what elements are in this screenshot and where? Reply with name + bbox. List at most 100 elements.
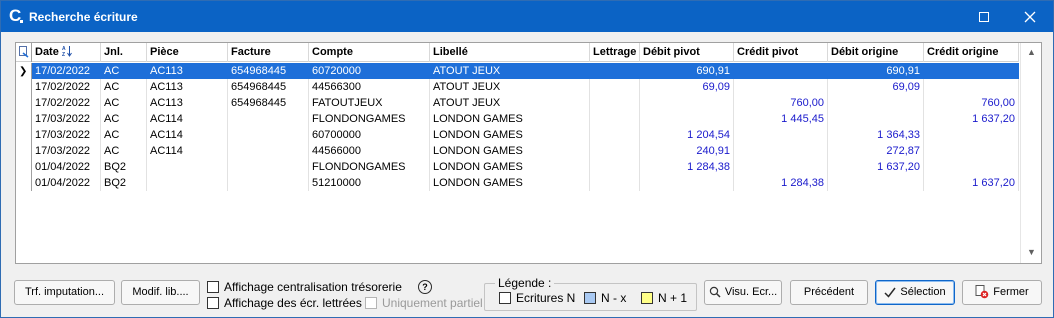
row-selector[interactable] (16, 175, 32, 191)
cell-debit-pivot: 1 204,54 (640, 127, 734, 143)
cell-jnl: AC (101, 63, 147, 79)
cell-facture (228, 143, 309, 159)
cell-libelle: LONDON GAMES (430, 159, 590, 175)
checkbox-box[interactable] (207, 281, 219, 293)
column-header-credit-pivot[interactable]: Crédit pivot (734, 43, 828, 62)
close-button[interactable] (1007, 1, 1053, 32)
cell-debit-pivot (640, 175, 734, 191)
cell-date: 01/04/2022 (32, 175, 101, 191)
cell-debit-pivot: 1 284,38 (640, 159, 734, 175)
cell-debit-pivot: 690,91 (640, 63, 734, 79)
row-selector[interactable] (16, 127, 32, 143)
table-row[interactable]: 17/02/2022 AC AC113 654968445 44566300 ATOUT … (16, 79, 1019, 95)
checkmark-icon (884, 287, 896, 298)
scroll-up-icon[interactable]: ▲ (1021, 43, 1042, 61)
cell-jnl: AC (101, 95, 147, 111)
row-selector[interactable] (16, 79, 32, 95)
cell-credit-origine (924, 127, 1019, 143)
column-header-date[interactable]: Date A Z (32, 43, 101, 62)
cell-facture (228, 111, 309, 127)
title-bar[interactable]: C Recherche écriture (1, 1, 1053, 32)
cell-lettrage (590, 95, 640, 111)
cell-lettrage (590, 159, 640, 175)
cell-date: 17/03/2022 (32, 127, 101, 143)
column-header-lettrage[interactable]: Lettrage (590, 43, 640, 62)
cell-credit-origine: 760,00 (924, 95, 1019, 111)
table-row[interactable]: 17/03/2022 AC AC114 44566000 LONDON GAMES 240… (16, 143, 1019, 159)
cell-debit-pivot: 69,09 (640, 79, 734, 95)
table-row[interactable]: 01/04/2022 BQ2 FLONDONGAMES LONDON GAMES 1 2… (16, 159, 1019, 175)
cell-debit-pivot (640, 95, 734, 111)
row-selector[interactable] (16, 143, 32, 159)
cell-credit-pivot: 1 284,38 (734, 175, 828, 191)
table-row[interactable]: 01/04/2022 BQ2 51210000 LONDON GAMES 1 284,3… (16, 175, 1019, 191)
window-title: Recherche écriture (29, 10, 138, 24)
current-row-chevron-icon: ❯ (19, 66, 28, 77)
checkbox-box[interactable] (207, 297, 219, 309)
cell-date: 17/03/2022 (32, 111, 101, 127)
cell-compte: FLONDONGAMES (309, 159, 430, 175)
column-header-facture[interactable]: Facture (228, 43, 309, 62)
maximize-button[interactable] (961, 1, 1007, 32)
column-header-debit-pivot[interactable]: Débit pivot (640, 43, 734, 62)
entries-grid[interactable]: Date A Z Jnl. Pièce Facture Compte Libellé… (15, 42, 1042, 264)
cell-lettrage (590, 63, 640, 79)
row-selector[interactable] (16, 95, 32, 111)
table-row[interactable]: 17/02/2022 AC AC113 654968445 FATOUTJEUX ATOU… (16, 95, 1019, 111)
vertical-scrollbar[interactable]: ▲ ▼ (1020, 43, 1041, 263)
legend-swatch (584, 292, 596, 304)
legend-group: Légende : Ecritures N N - x N + 1 (484, 276, 697, 311)
modif-lib-button[interactable]: Modif. lib.... (121, 280, 200, 305)
close-document-icon (975, 285, 989, 299)
cell-piece: AC114 (147, 111, 228, 127)
cell-date: 17/02/2022 (32, 95, 101, 111)
cell-piece: AC113 (147, 79, 228, 95)
cell-piece: AC114 (147, 143, 228, 159)
cell-facture: 654968445 (228, 79, 309, 95)
column-header-debit-origine[interactable]: Débit origine (828, 43, 924, 62)
affichage-centralisation-checkbox[interactable]: Affichage centralisation trésorerie (207, 280, 402, 294)
cell-credit-origine: 1 637,20 (924, 111, 1019, 127)
cell-debit-origine (828, 95, 924, 111)
affichage-lettrees-checkbox[interactable]: Affichage des écr. lettrées (207, 296, 362, 310)
table-row[interactable]: 17/03/2022 AC AC114 FLONDONGAMES LONDON GAME… (16, 111, 1019, 127)
cell-compte: 60720000 (309, 63, 430, 79)
column-header-compte[interactable]: Compte (309, 43, 430, 62)
table-row[interactable]: 17/03/2022 AC AC114 60700000 LONDON GAMES 1 2… (16, 127, 1019, 143)
column-header-libelle[interactable]: Libellé (430, 43, 590, 62)
scroll-down-icon[interactable]: ▼ (1021, 243, 1042, 261)
grid-header: Date A Z Jnl. Pièce Facture Compte Libellé… (16, 43, 1019, 62)
cell-lettrage (590, 79, 640, 95)
cell-credit-pivot: 1 445,45 (734, 111, 828, 127)
cell-date: 01/04/2022 (32, 159, 101, 175)
legend-swatch (499, 292, 511, 304)
cell-debit-origine (828, 111, 924, 127)
visu-ecr-button[interactable]: Visu. Ecr... (704, 280, 782, 305)
column-header-jnl[interactable]: Jnl. (101, 43, 147, 62)
fermer-button[interactable]: Fermer (962, 280, 1042, 305)
table-row[interactable]: ❯ 17/02/2022 AC AC113 654968445 60720000 ATOUT… (16, 63, 1019, 79)
cell-facture: 654968445 (228, 63, 309, 79)
cell-libelle: LONDON GAMES (430, 111, 590, 127)
help-icon[interactable]: ? (418, 280, 432, 294)
precedent-button[interactable]: Précédent (790, 280, 868, 305)
cell-credit-pivot (734, 79, 828, 95)
cell-libelle: LONDON GAMES (430, 127, 590, 143)
cell-jnl: AC (101, 111, 147, 127)
column-header-piece[interactable]: Pièce (147, 43, 228, 62)
trf-imputation-button[interactable]: Trf. imputation... (14, 280, 115, 305)
cell-credit-origine (924, 143, 1019, 159)
cell-jnl: AC (101, 79, 147, 95)
cell-credit-origine (924, 63, 1019, 79)
row-selector[interactable] (16, 159, 32, 175)
row-selector-header (16, 43, 32, 62)
row-selector[interactable]: ❯ (16, 63, 32, 79)
cell-debit-origine: 272,87 (828, 143, 924, 159)
selection-button[interactable]: Sélection (875, 280, 955, 305)
filter-grid-icon[interactable] (19, 46, 29, 58)
checkbox-box (365, 297, 377, 309)
row-selector[interactable] (16, 111, 32, 127)
cell-date: 17/02/2022 (32, 79, 101, 95)
column-header-credit-origine[interactable]: Crédit origine (924, 43, 1019, 62)
cell-piece: AC113 (147, 95, 228, 111)
